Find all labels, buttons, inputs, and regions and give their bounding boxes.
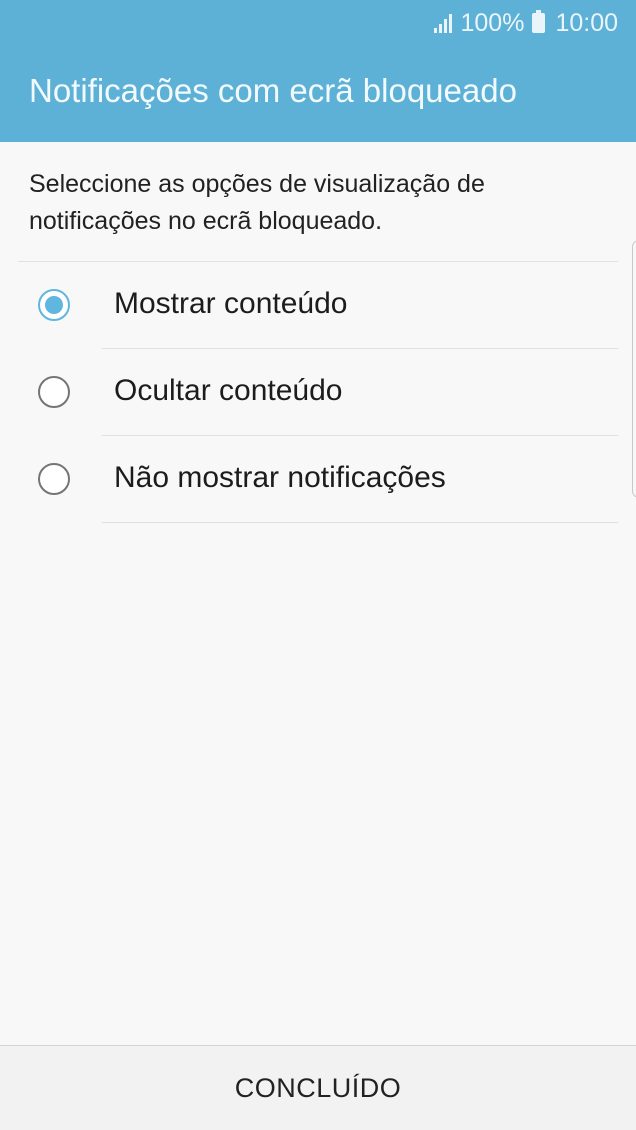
header: 100% 10:00 Notificações com ecrã bloquea… xyxy=(0,0,636,142)
radio-button-selected[interactable] xyxy=(38,289,70,321)
battery-percentage: 100% xyxy=(460,8,525,37)
clock: 10:00 xyxy=(555,8,618,37)
bottom-bar: CONCLUÍDO xyxy=(0,1045,636,1130)
radio-button[interactable] xyxy=(38,463,70,495)
description-text: Seleccione as opções de visualização de … xyxy=(29,170,485,235)
signal-icon xyxy=(434,13,453,33)
edge-panel-handle[interactable] xyxy=(632,240,636,498)
radio-button[interactable] xyxy=(38,376,70,408)
done-button[interactable]: CONCLUÍDO xyxy=(0,1046,636,1130)
option-label: Mostrar conteúdo xyxy=(114,287,348,320)
divider xyxy=(102,522,618,523)
option-label: Não mostrar notificações xyxy=(114,461,446,494)
page-title: Notificações com ecrã bloqueado xyxy=(29,72,517,109)
option-hide-content[interactable]: Ocultar conteúdo xyxy=(18,349,618,436)
option-label: Ocultar conteúdo xyxy=(114,374,343,407)
battery-icon xyxy=(532,10,546,33)
notification-options-list: Mostrar conteúdo Ocultar conteúdo Não mo… xyxy=(18,261,618,523)
option-show-content[interactable]: Mostrar conteúdo xyxy=(18,262,618,349)
status-bar: 100% 10:00 xyxy=(434,6,618,40)
option-do-not-show-notifications[interactable]: Não mostrar notificações xyxy=(18,436,618,523)
